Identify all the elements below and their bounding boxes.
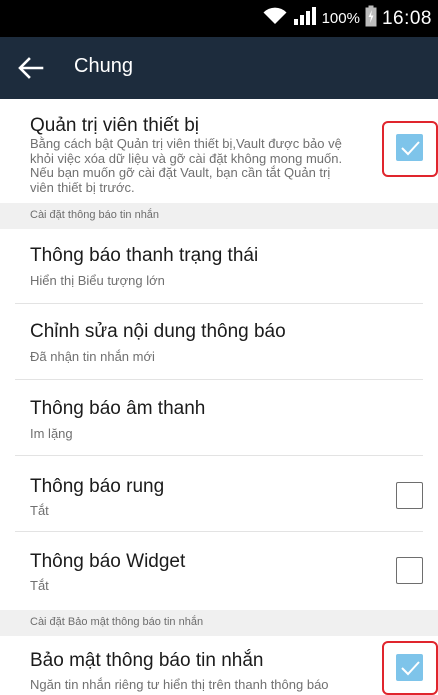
setting-notification-privacy[interactable]: Bảo mật thông báo tin nhắn Ngăn tin nhắn… [0, 636, 438, 695]
setting-subtitle: Tắt [30, 503, 49, 518]
app-bar: Chung [0, 37, 438, 99]
battery-icon [365, 5, 377, 32]
device-admin-row[interactable]: Quản trị viên thiết bị Bằng cách bật Quả… [0, 99, 438, 203]
setting-title: Thông báo âm thanh [30, 398, 206, 419]
battery-percent: 100% [321, 10, 360, 27]
arrow-left-icon[interactable] [16, 53, 46, 83]
setting-title: Thông báo thanh trạng thái [30, 245, 259, 266]
setting-edit-notification-content[interactable]: Chỉnh sửa nội dung thông báo Đã nhận tin… [0, 304, 438, 378]
setting-vibrate-notification[interactable]: Thông báo rung Tắt [0, 456, 438, 530]
setting-subtitle: Hiển thị Biểu tượng lớn [30, 273, 165, 288]
vibrate-checkbox[interactable] [396, 482, 423, 509]
setting-subtitle: Ngăn tin nhắn riêng tư hiển thị trên tha… [30, 677, 329, 692]
setting-subtitle: Tắt [30, 578, 49, 593]
page-title: Chung [74, 55, 133, 77]
section-header-security: Cài đặt Bảo mật thông báo tin nhắn [0, 610, 438, 636]
signal-icon [293, 6, 317, 31]
setting-title: Thông báo Widget [30, 551, 186, 572]
setting-widget-notification[interactable]: Thông báo Widget Tắt [0, 532, 438, 610]
setting-sound-notification[interactable]: Thông báo âm thanh Im lặng [0, 380, 438, 454]
setting-title: Thông báo rung [30, 476, 165, 497]
setting-status-bar-notification[interactable]: Thông báo thanh trạng thái Hiển thị Biểu… [0, 229, 438, 303]
device-admin-description: Bằng cách bật Quản trị viên thiết bị,Vau… [30, 136, 343, 195]
notification-privacy-checkbox[interactable] [396, 654, 423, 681]
wifi-icon [262, 6, 288, 31]
setting-title: Bảo mật thông báo tin nhắn [30, 650, 264, 671]
section-header-notifications: Cài đặt thông báo tin nhắn [0, 203, 438, 229]
widget-checkbox[interactable] [396, 557, 423, 584]
setting-title: Chỉnh sửa nội dung thông báo [30, 321, 286, 342]
setting-subtitle: Im lặng [30, 426, 73, 441]
status-bar: 100% 16:08 [0, 0, 438, 37]
clock: 16:08 [381, 7, 432, 29]
device-admin-title: Quản trị viên thiết bị [30, 115, 199, 136]
setting-subtitle: Đã nhận tin nhắn mới [30, 349, 155, 364]
device-admin-checkbox[interactable] [396, 134, 423, 161]
